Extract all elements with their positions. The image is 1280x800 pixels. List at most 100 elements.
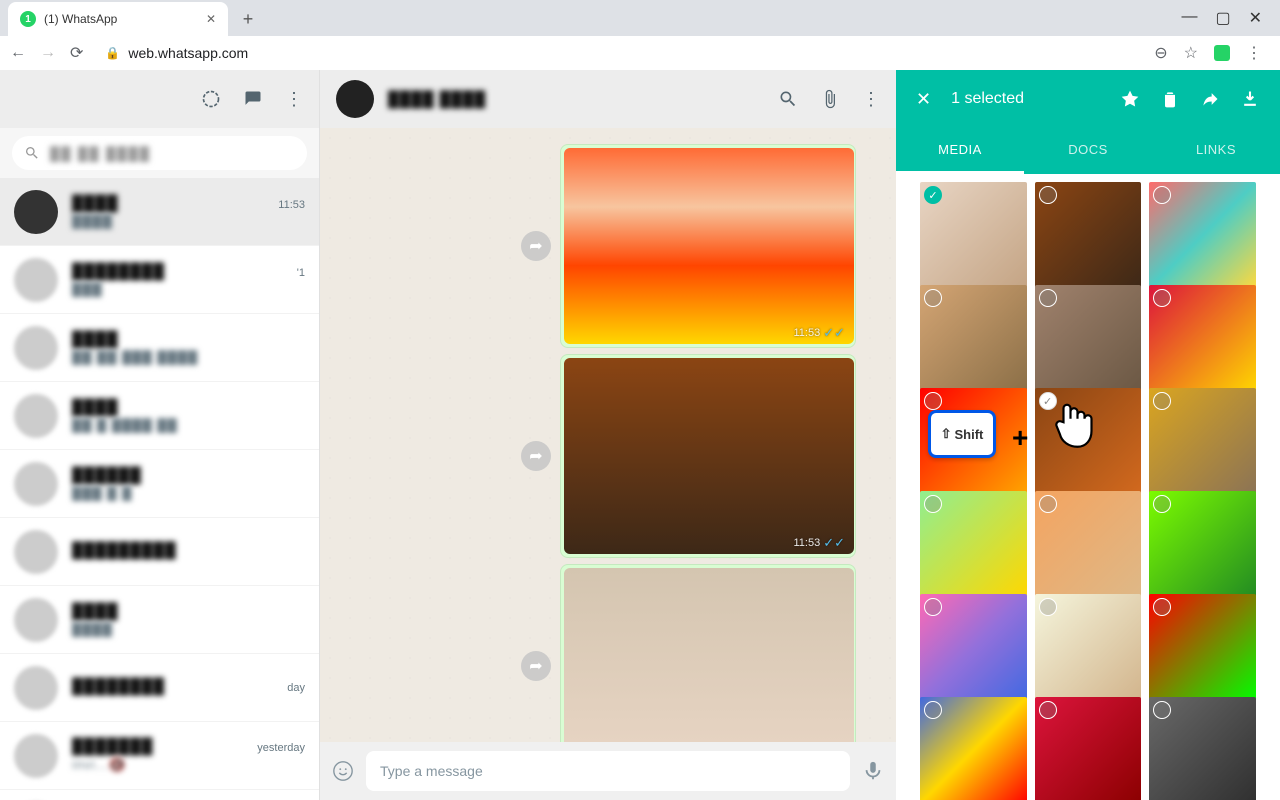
tab-links[interactable]: LINKS [1152, 128, 1280, 174]
photo-attachment[interactable] [564, 358, 854, 554]
emoji-icon[interactable] [332, 760, 354, 782]
message-image[interactable]: ➦ 11:53✓✓ [560, 144, 856, 348]
share-icon[interactable] [1200, 89, 1220, 109]
menu-icon[interactable]: ⋮ [285, 89, 303, 110]
mic-icon[interactable] [862, 760, 884, 782]
check-icon[interactable] [924, 392, 942, 410]
check-icon[interactable] [1039, 289, 1057, 307]
check-icon[interactable] [1039, 186, 1057, 204]
attach-icon[interactable] [820, 89, 840, 109]
media-thumbnail[interactable] [1035, 594, 1142, 701]
chat-name: ████████ [72, 678, 165, 695]
messages-area[interactable]: ➦ 11:53✓✓ ➦ 11:53✓✓ ➦ 11:53✓✓ [320, 128, 896, 742]
chat-list-item[interactable]: ████████ day [0, 654, 319, 722]
shift-key-overlay: ⇧ Shift [928, 410, 996, 458]
check-icon[interactable] [1039, 701, 1057, 719]
chat-list-item[interactable]: ████████ '1 ███ [0, 246, 319, 314]
status-icon[interactable] [201, 89, 221, 109]
read-ticks-icon: ✓✓ [823, 535, 845, 551]
chat-list-item[interactable]: ████ ████ [0, 586, 319, 654]
media-thumbnail[interactable] [1035, 491, 1142, 598]
check-icon[interactable] [1039, 495, 1057, 513]
shift-arrow-icon: ⇧ [941, 426, 952, 442]
star-icon[interactable] [1120, 89, 1140, 109]
media-thumbnail[interactable] [1149, 491, 1256, 598]
check-icon[interactable] [1039, 598, 1057, 616]
chat-list[interactable]: ████ 11:53 ████ ████████ '1 ███ ████ [0, 178, 319, 800]
avatar [14, 258, 58, 302]
check-icon[interactable] [924, 289, 942, 307]
chat-list-item[interactable]: ████ 11:53 ████ [0, 178, 319, 246]
media-thumbnail[interactable] [1149, 594, 1256, 701]
chat-list-item[interactable]: ████ yesterday [0, 790, 319, 800]
media-thumbnail[interactable] [1035, 182, 1142, 289]
extension-icon[interactable] [1214, 45, 1230, 61]
check-icon[interactable] [924, 701, 942, 719]
media-thumbnail[interactable] [920, 697, 1027, 800]
search-input[interactable]: ██ ██ ████ [12, 136, 307, 170]
delete-icon[interactable] [1160, 89, 1180, 109]
check-icon[interactable] [1153, 289, 1171, 307]
zoom-icon[interactable]: ⊖ [1154, 43, 1167, 63]
new-tab-button[interactable]: + [234, 5, 262, 33]
search-placeholder: ██ ██ ████ [50, 146, 151, 161]
lock-icon: 🔒 [105, 46, 120, 60]
check-icon[interactable] [1153, 186, 1171, 204]
check-icon[interactable] [1153, 701, 1171, 719]
chat-search-icon[interactable] [778, 89, 798, 109]
reload-icon[interactable]: ⟳ [70, 43, 83, 63]
message-image[interactable]: ➦ 11:53✓✓ [560, 564, 856, 742]
url-bar[interactable]: 🔒 web.whatsapp.com [97, 45, 1132, 61]
photo-attachment[interactable] [564, 568, 854, 742]
media-thumbnail[interactable] [1149, 697, 1256, 800]
forward-icon[interactable]: ➦ [521, 651, 551, 681]
check-icon[interactable] [924, 598, 942, 616]
chat-list-item[interactable]: ███████ yesterday invi...🔇 [0, 722, 319, 790]
browser-chrome: 1 (1) WhatsApp ✕ + — ▢ ✕ ← → ⟳ 🔒 web.wha… [0, 0, 1280, 70]
new-chat-icon[interactable] [243, 89, 263, 109]
close-icon[interactable]: ✕ [1249, 8, 1262, 28]
media-grid[interactable]: ✓✓ ⇧ Shift + [896, 174, 1280, 800]
message-time: 11:53✓✓ [793, 325, 845, 341]
tab-media[interactable]: MEDIA [896, 128, 1024, 174]
media-thumbnail[interactable] [1035, 285, 1142, 392]
media-thumbnail[interactable]: ✓ [920, 182, 1027, 289]
tab-docs[interactable]: DOCS [1024, 128, 1152, 174]
contact-name[interactable]: ████ ████ [388, 91, 486, 108]
message-image[interactable]: ➦ 11:53✓✓ [560, 354, 856, 558]
browser-tab[interactable]: 1 (1) WhatsApp ✕ [8, 2, 228, 36]
check-icon[interactable] [1153, 495, 1171, 513]
check-icon[interactable] [1153, 392, 1171, 410]
photo-attachment[interactable] [564, 148, 854, 344]
check-icon[interactable]: ✓ [924, 186, 942, 204]
back-icon[interactable]: ← [10, 44, 26, 62]
check-icon[interactable] [924, 495, 942, 513]
download-icon[interactable] [1240, 89, 1260, 109]
close-media-icon[interactable]: ✕ [916, 89, 931, 110]
chat-list-item[interactable]: ████ ██ ██ ███ ████ [0, 314, 319, 382]
media-thumbnail[interactable] [1035, 697, 1142, 800]
chat-list-item[interactable]: ████ ██ █ ████ ██ [0, 382, 319, 450]
media-thumbnail[interactable] [1149, 285, 1256, 392]
media-thumbnail[interactable] [920, 285, 1027, 392]
bookmark-icon[interactable]: ☆ [1184, 43, 1198, 63]
check-icon[interactable] [1153, 598, 1171, 616]
media-thumbnail[interactable] [1149, 182, 1256, 289]
chat-list-item[interactable]: ██████ ███ █ █ [0, 450, 319, 518]
message-input[interactable]: Type a message [366, 751, 850, 791]
browser-menu-icon[interactable]: ⋮ [1246, 43, 1262, 63]
chat-list-item[interactable]: █████████ [0, 518, 319, 586]
media-thumbnail[interactable] [920, 491, 1027, 598]
tab-close-icon[interactable]: ✕ [206, 12, 216, 26]
forward-icon[interactable]: ➦ [521, 441, 551, 471]
forward-icon[interactable]: ➦ [521, 231, 551, 261]
media-thumbnail[interactable] [920, 594, 1027, 701]
minimize-icon[interactable]: — [1181, 8, 1197, 28]
contact-avatar[interactable] [336, 80, 374, 118]
chat-time: yesterday [257, 742, 305, 754]
chat-time: '1 [297, 267, 305, 279]
media-thumbnail[interactable] [1149, 388, 1256, 495]
chat-menu-icon[interactable]: ⋮ [862, 89, 880, 110]
avatar [14, 462, 58, 506]
maximize-icon[interactable]: ▢ [1215, 8, 1230, 28]
